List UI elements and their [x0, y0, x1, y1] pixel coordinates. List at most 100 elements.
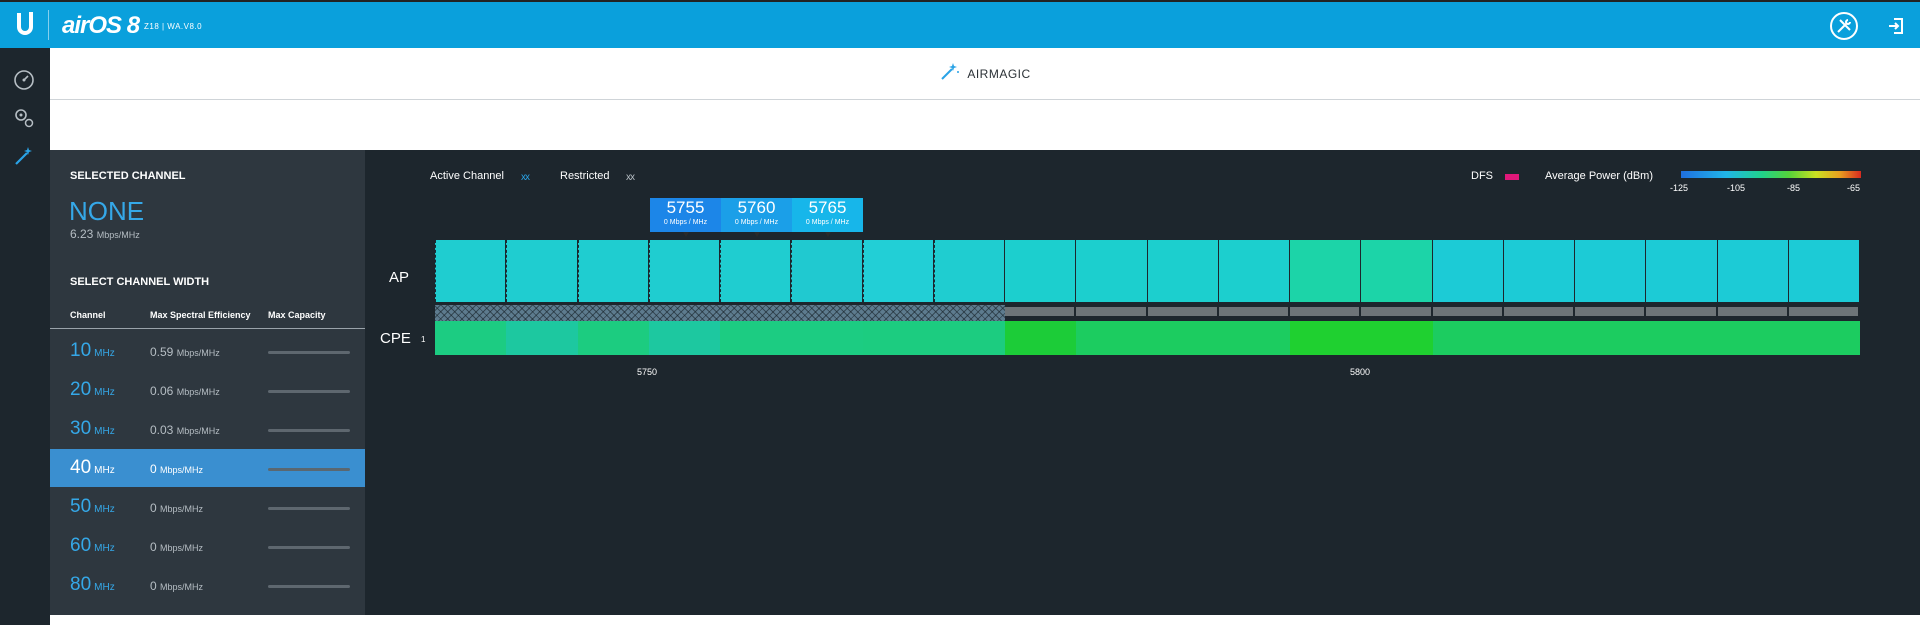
- ap-spectrum-cell[interactable]: [720, 240, 791, 302]
- settings-gears-icon[interactable]: [12, 106, 36, 130]
- efficiency-unit: Mbps/MHz: [160, 504, 204, 514]
- cpe-spectrum-cell[interactable]: [933, 321, 1005, 355]
- width-number: 20: [70, 379, 92, 400]
- ap-row-label: AP: [389, 269, 410, 286]
- efficiency-cell: 0.59 Mbps/MHz: [150, 345, 220, 359]
- channel-width-row-30[interactable]: 30 MHz 0.03 Mbps/MHz: [50, 410, 365, 448]
- selected-channel-5765[interactable]: 5765 0 Mbps / MHz: [792, 198, 863, 237]
- ap-spectrum-cell[interactable]: [1503, 240, 1574, 302]
- ap-spectrum-cell[interactable]: [1290, 240, 1361, 302]
- ap-spectrum-cell[interactable]: [1432, 240, 1503, 302]
- spectrum-divider-cell: [1575, 307, 1645, 316]
- legend-dfs-label: DFS: [1471, 170, 1493, 182]
- width-number: 10: [70, 340, 92, 361]
- cpe-spectrum-cell[interactable]: [1432, 321, 1504, 355]
- cpe-spectrum-cell[interactable]: [1005, 321, 1077, 355]
- ap-spectrum-cell[interactable]: [1717, 240, 1788, 302]
- spectrum-divider-cell: [1432, 307, 1502, 316]
- dashboard-gauge-icon[interactable]: [12, 68, 36, 92]
- spectrum-divider-cell: [1646, 307, 1716, 316]
- cpe-spectrum-cell[interactable]: [1503, 321, 1575, 355]
- channel-width-row-40[interactable]: 40 MHz 0 Mbps/MHz: [50, 449, 365, 487]
- channel-width-row-10[interactable]: 10 MHz 0.59 Mbps/MHz: [50, 332, 365, 370]
- channel-width-row-60[interactable]: 60 MHz 0 Mbps/MHz: [50, 527, 365, 565]
- channel-width-row-20[interactable]: 20 MHz 0.06 Mbps/MHz: [50, 371, 365, 409]
- width-number: 30: [70, 418, 92, 439]
- cpe-spectrum-cell[interactable]: [1147, 321, 1219, 355]
- airmagic-wand-icon[interactable]: [12, 144, 36, 168]
- efficiency-unit: Mbps/MHz: [96, 230, 140, 240]
- width-number: 80: [70, 574, 92, 595]
- cpe-spectrum-cell[interactable]: [435, 321, 507, 355]
- width-unit: MHz: [94, 582, 115, 593]
- selected-channel-value: NONE: [69, 196, 145, 226]
- efficiency-cell: 0 Mbps/MHz: [150, 540, 203, 554]
- power-color-scale: [1681, 171, 1861, 178]
- cpe-spectrum-cell[interactable]: [1218, 321, 1290, 355]
- capacity-bar: [268, 468, 350, 471]
- cpe-spectrum-cell[interactable]: [1290, 321, 1362, 355]
- efficiency-unit: Mbps/MHz: [160, 543, 204, 553]
- width-value: 20 MHz: [70, 379, 115, 401]
- efficiency-number: 0.03: [150, 423, 174, 437]
- brand-name: airOS 8: [62, 12, 140, 39]
- ap-spectrum-cell[interactable]: [1646, 240, 1717, 302]
- channel-width-row-80[interactable]: 80 MHz 0 Mbps/MHz: [50, 566, 365, 604]
- legend-active-label: Active Channel: [430, 170, 504, 182]
- ap-spectrum-cell[interactable]: [791, 240, 862, 302]
- ap-spectrum-cell[interactable]: [1005, 240, 1076, 302]
- device-info: Z18 | WA.V8.0: [144, 22, 203, 31]
- cpe-spectrum-cell[interactable]: [1788, 321, 1860, 355]
- cpe-spectrum-cell[interactable]: [862, 321, 934, 355]
- ap-spectrum-cell[interactable]: [435, 240, 506, 302]
- cpe-spectrum-cell[interactable]: [577, 321, 649, 355]
- channel-efficiency: 0 Mbps / MHz: [663, 219, 708, 226]
- width-unit: MHz: [94, 426, 115, 437]
- efficiency-unit: Mbps/MHz: [176, 387, 220, 397]
- ap-spectrum-cell[interactable]: [1788, 240, 1859, 302]
- legend-restricted-mark: xx: [626, 172, 635, 183]
- channel-width-row-50[interactable]: 50 MHz 0 Mbps/MHz: [50, 488, 365, 526]
- ap-spectrum-cell[interactable]: [862, 240, 933, 302]
- width-value: 80 MHz: [70, 574, 115, 596]
- cpe-spectrum-cell[interactable]: [791, 321, 863, 355]
- tools-icon[interactable]: [1830, 12, 1858, 40]
- ap-spectrum-cell[interactable]: [648, 240, 719, 302]
- restricted-cell-border: [506, 240, 508, 302]
- ap-spectrum-cell[interactable]: [1575, 240, 1646, 302]
- restricted-hatch: [435, 305, 1005, 321]
- ap-spectrum-cell[interactable]: [1147, 240, 1218, 302]
- freq-tick-label: 5800: [1350, 367, 1371, 377]
- ap-spectrum-cell[interactable]: [577, 240, 648, 302]
- cpe-spectrum-cell[interactable]: [1575, 321, 1647, 355]
- selected-channel-5755[interactable]: 5755 0 Mbps / MHz: [650, 198, 721, 237]
- width-unit: MHz: [94, 465, 115, 476]
- cpe-spectrum-cell[interactable]: [648, 321, 720, 355]
- width-value: 10 MHz: [70, 340, 115, 362]
- width-value: 60 MHz: [70, 535, 115, 557]
- ap-spectrum-cell[interactable]: [1076, 240, 1147, 302]
- cpe-spectrum-cell[interactable]: [1717, 321, 1789, 355]
- efficiency-number: 0.06: [150, 384, 174, 398]
- channel-frequency: 5765: [808, 198, 847, 217]
- logout-icon[interactable]: [1882, 12, 1910, 40]
- footer-strip: [50, 615, 1920, 625]
- tooltip-pointer: [824, 232, 831, 237]
- efficiency-number: 0: [150, 501, 157, 515]
- ubiquiti-logo-icon[interactable]: [14, 10, 36, 38]
- selected-channel-5760[interactable]: 5760 0 Mbps / MHz: [721, 198, 792, 237]
- ap-spectrum-cell[interactable]: [1218, 240, 1289, 302]
- cpe-spectrum-cell[interactable]: [1646, 321, 1718, 355]
- ap-spectrum-cell[interactable]: [933, 240, 1004, 302]
- cpe-spectrum-cell[interactable]: [1361, 321, 1433, 355]
- cpe-spectrum-cell[interactable]: [1076, 321, 1148, 355]
- ap-spectrum-cell[interactable]: [506, 240, 577, 302]
- efficiency-unit: Mbps/MHz: [176, 426, 220, 436]
- cpe-spectrum-cell[interactable]: [506, 321, 578, 355]
- restricted-cell-border: [577, 240, 579, 302]
- tooltip-pointer: [682, 232, 689, 237]
- width-number: 50: [70, 496, 92, 517]
- cpe-spectrum-cell[interactable]: [720, 321, 792, 355]
- efficiency-number: 0.59: [150, 345, 174, 359]
- ap-spectrum-cell[interactable]: [1361, 240, 1432, 302]
